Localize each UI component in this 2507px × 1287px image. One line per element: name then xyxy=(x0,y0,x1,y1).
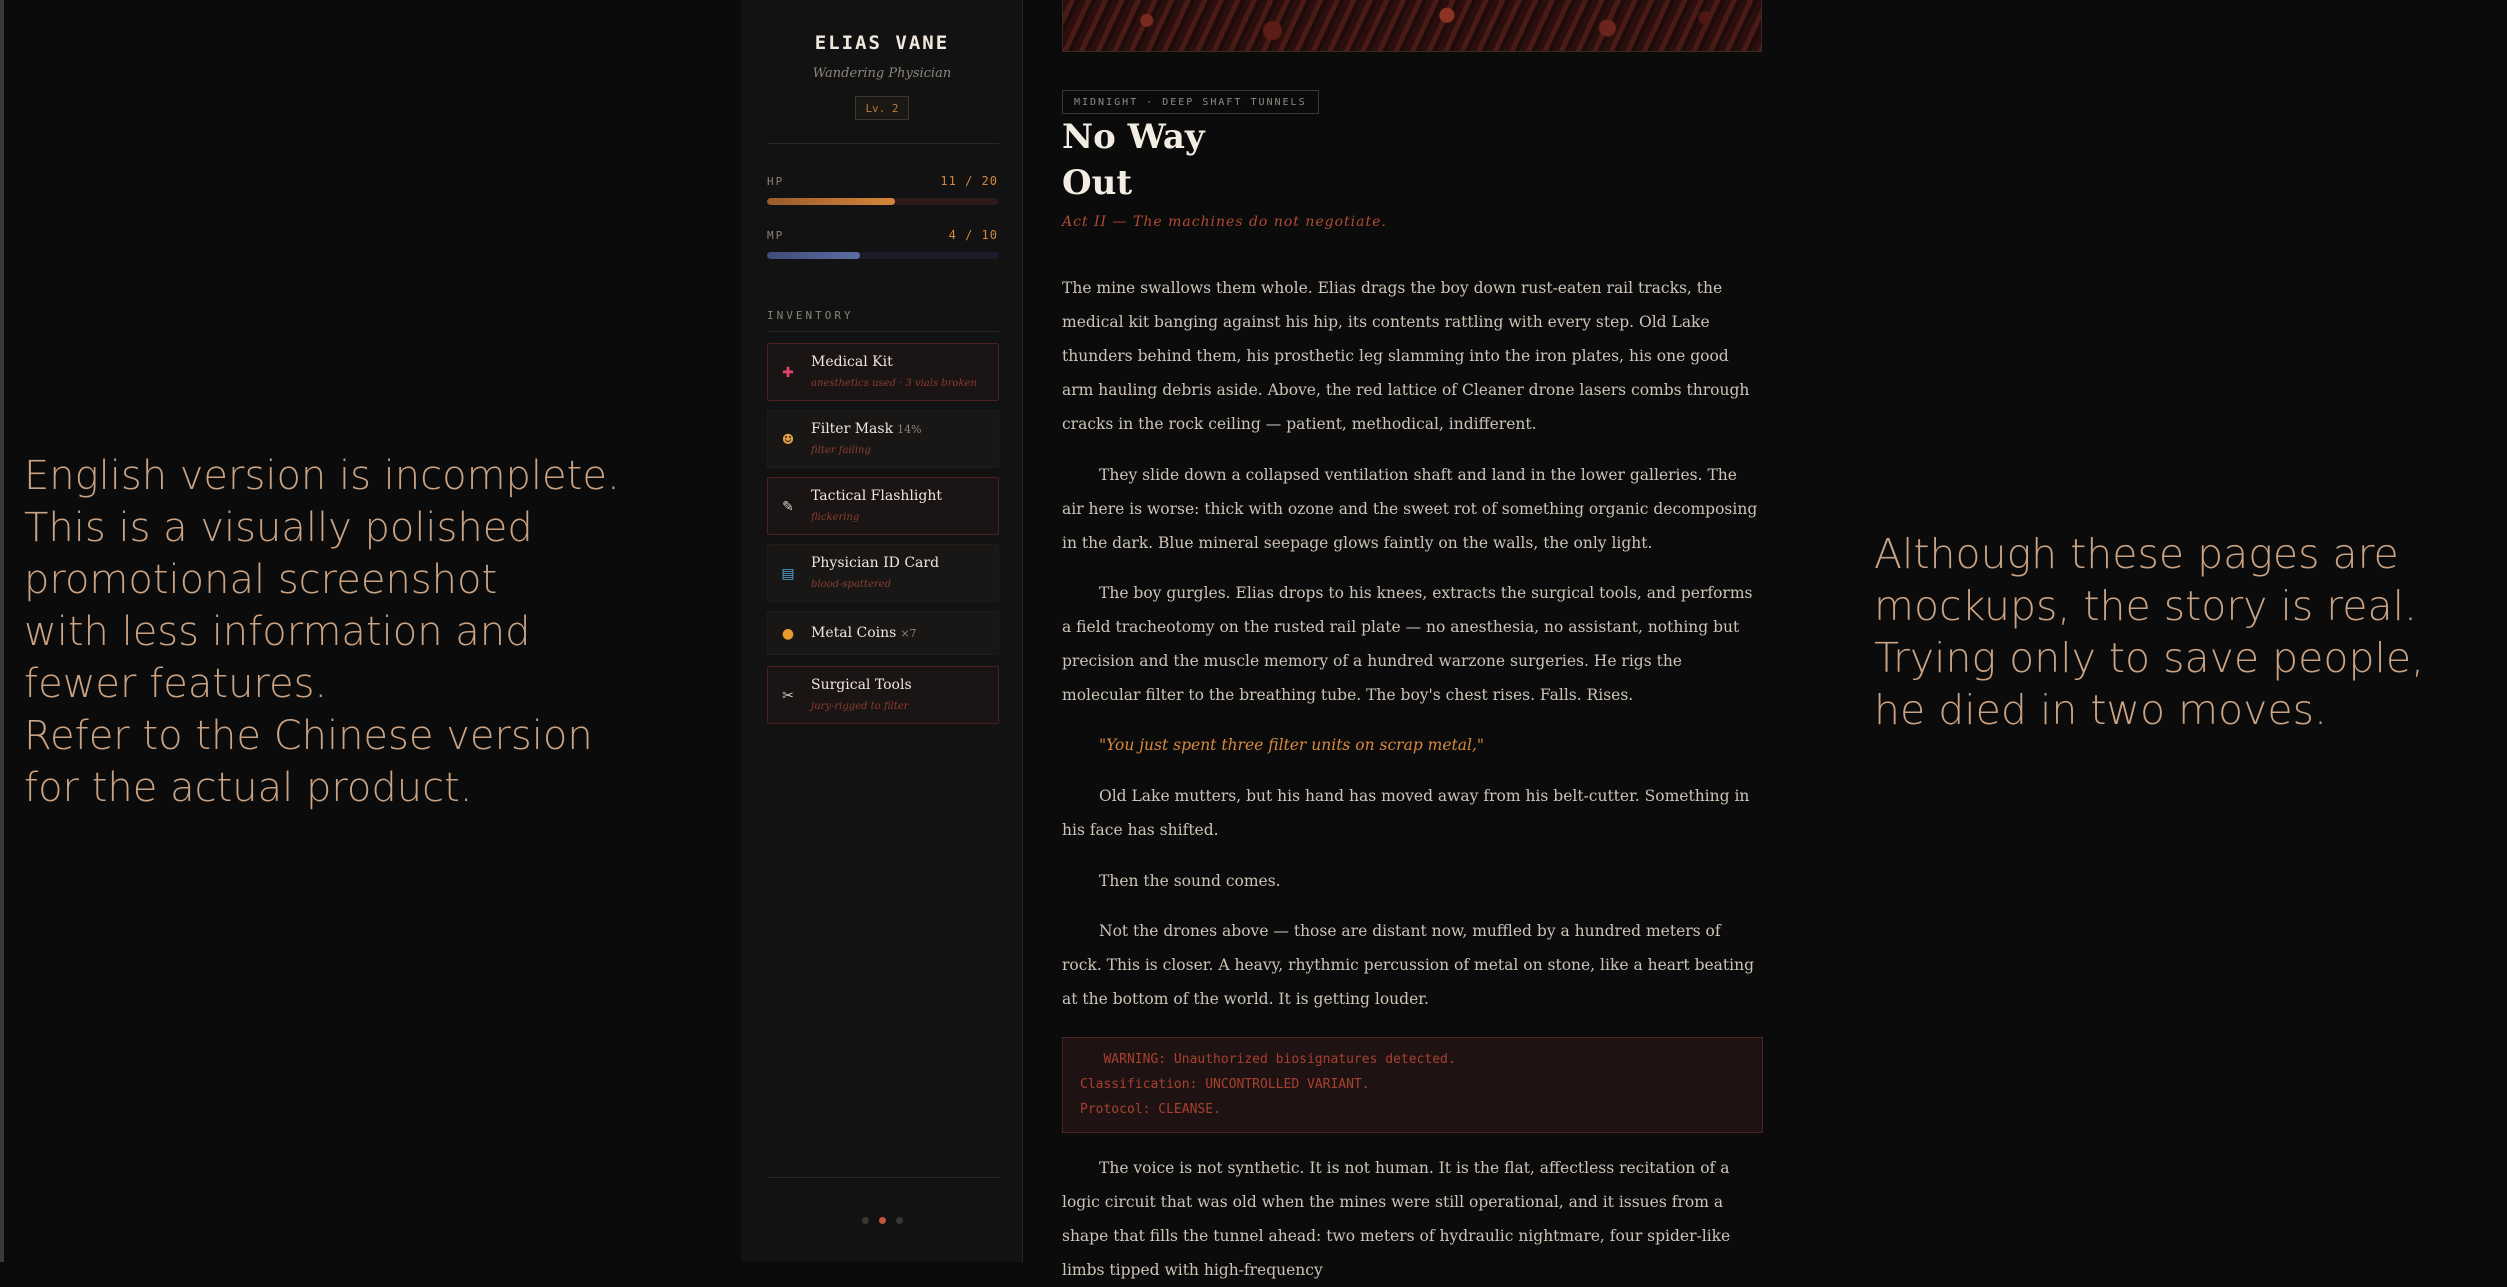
page-dot[interactable] xyxy=(878,1217,886,1224)
id-card-icon: ▤ xyxy=(781,566,795,582)
mp-value: 4 / 10 xyxy=(948,228,998,242)
inventory-item-name: Medical Kit xyxy=(811,354,893,370)
inventory-label: INVENTORY xyxy=(767,309,854,322)
inventory-item-status: filter failing xyxy=(811,445,871,456)
inventory-item[interactable]: ✚ Medical Kit anesthetics used · 3 vials b… xyxy=(767,343,999,401)
inventory-item-label: Filter Mask xyxy=(811,421,894,437)
flashlight-icon: ✎ xyxy=(782,499,794,515)
inventory-item[interactable]: ☻ Filter Mask 14% filter failing xyxy=(767,410,999,468)
inventory-item-label: Medical Kit xyxy=(811,354,893,370)
location-tag: MIDNIGHT · DEEP SHAFT TUNNELS xyxy=(1062,90,1319,114)
page-dot[interactable] xyxy=(861,1217,869,1224)
mp-bar xyxy=(767,252,999,259)
hp-bar xyxy=(767,198,999,205)
inventory-item-status: jury-rigged to filter xyxy=(811,701,909,712)
inventory-item[interactable]: ✎ Tactical Flashlight flickering xyxy=(767,477,999,535)
inventory-item[interactable]: ▤ Physician ID Card blood-spattered xyxy=(767,544,999,602)
hp-value: 11 / 20 xyxy=(940,174,998,188)
inventory-item-label: Metal Coins xyxy=(811,625,897,641)
inventory-item-name: Filter Mask 14% xyxy=(811,421,922,437)
sidebar-footer-divider xyxy=(767,1177,999,1178)
sidebar-divider xyxy=(767,143,999,144)
mp-label: MP xyxy=(767,229,785,242)
story-paragraph: Then the sound comes. xyxy=(1099,872,1281,890)
inventory-item-name: Metal Coins ×7 xyxy=(811,625,917,641)
page-dot[interactable] xyxy=(895,1217,903,1224)
inventory-divider xyxy=(767,331,999,332)
story-paragraph: The voice is not synthetic. It is not hu… xyxy=(1062,1159,1731,1279)
inventory-item[interactable]: ● Metal Coins ×7 xyxy=(767,611,999,655)
inventory-item-quantity: 14% xyxy=(897,423,922,436)
story-paragraph: The boy gurgles. Elias drops to his knee… xyxy=(1062,584,1753,704)
chapter-title: No Way Out xyxy=(1062,117,1205,203)
inventory-item-name: Surgical Tools xyxy=(811,677,912,693)
inventory-item-label: Physician ID Card xyxy=(811,555,940,571)
character-name: ELIAS VANE xyxy=(814,32,950,54)
story-paragraph: They slide down a collapsed ventilation … xyxy=(1062,466,1758,552)
story-paragraph: The mine swallows them whole. Elias drag… xyxy=(1062,279,1750,433)
inventory-item[interactable]: ✂ Surgical Tools jury-rigged to filter xyxy=(767,666,999,724)
mp-bar-fill xyxy=(767,252,860,259)
hp-label: HP xyxy=(767,175,785,188)
story-paragraph: Not the drones above — those are distant… xyxy=(1062,922,1754,1008)
inventory-item-status: blood-spattered xyxy=(811,579,891,590)
machine-warning-terminal: WARNING: Unauthorized biosignatures dete… xyxy=(1062,1037,1763,1133)
inventory-item-status: anesthetics used · 3 vials broken xyxy=(811,378,977,389)
story-paragraph: Old Lake mutters, but his hand has moved… xyxy=(1062,787,1750,839)
inventory-item-name: Tactical Flashlight xyxy=(811,488,942,504)
character-class: Wandering Physician xyxy=(812,66,952,81)
inventory-item-quantity: ×7 xyxy=(900,627,917,640)
promo-note-right: Although these pages are mockups, the st… xyxy=(1874,530,2425,734)
mask-icon: ☻ xyxy=(781,432,795,448)
hp-bar-fill xyxy=(767,198,895,205)
inventory-item-name: Physician ID Card xyxy=(811,555,939,571)
level-badge: Lv. 2 xyxy=(855,96,909,120)
dialogue-quote: "You just spent three filter units on sc… xyxy=(1099,736,1485,754)
wrench-icon: ✂ xyxy=(782,688,794,704)
character-sidebar: ELIAS VANE Wandering Physician Lv. 2 HP … xyxy=(741,0,1023,1262)
pagination-dots xyxy=(741,1209,1023,1228)
chapter-subtitle: Act II — The machines do not negotiate. xyxy=(1062,214,1387,230)
coin-icon: ● xyxy=(781,626,795,642)
inventory-item-status: flickering xyxy=(811,512,860,523)
promo-note-left: English version is incomplete. This is a… xyxy=(24,453,620,811)
window-edge xyxy=(0,0,4,1262)
inventory-item-label: Surgical Tools xyxy=(811,677,912,693)
chapter-hero-image xyxy=(1062,0,1762,52)
inventory-item-label: Tactical Flashlight xyxy=(811,488,942,504)
medkit-icon: ✚ xyxy=(782,365,794,381)
